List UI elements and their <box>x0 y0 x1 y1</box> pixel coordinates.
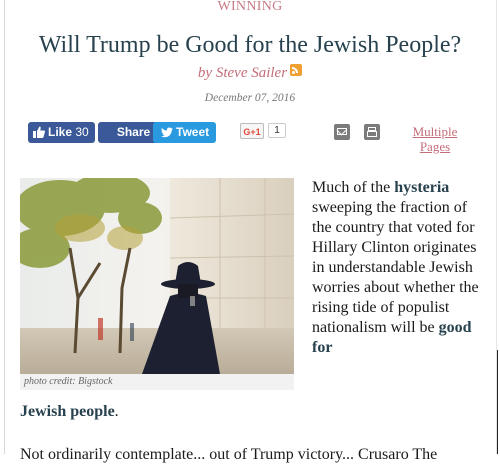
paragraph-text: Much of the <box>312 179 395 196</box>
publish-date: December 07, 2016 <box>204 92 296 104</box>
article-page: WINNING Will Trump be Good for the Jewis… <box>0 0 500 463</box>
twitter-bird-icon <box>161 127 173 138</box>
paragraph-2-partial: Not ordinarily contemplate... out of Tru… <box>20 446 438 463</box>
multiple-pages-link[interactable]: Multiple Pages <box>405 124 465 154</box>
rss-icon[interactable] <box>290 64 303 76</box>
thumbs-up-icon <box>33 126 45 138</box>
article-body: Much of the hysteria sweeping the fracti… <box>312 178 490 358</box>
hysteria-link[interactable]: hysteria <box>394 179 449 196</box>
paragraph-1: Much of the hysteria sweeping the fracti… <box>312 178 490 358</box>
email-icon[interactable] <box>334 124 350 140</box>
photo-credit: photo credit: Bigstock <box>20 374 294 390</box>
like-count: 30 <box>75 125 89 139</box>
tweet-label: Tweet <box>176 125 210 139</box>
tweet-button[interactable]: Tweet <box>153 122 216 143</box>
paragraph-1-continued: Jewish people. <box>20 402 119 422</box>
like-label: Like <box>48 125 73 139</box>
category-label[interactable]: WINNING <box>0 0 500 14</box>
paragraph-text: . <box>114 403 119 420</box>
author-link[interactable]: by Steve Sailer <box>198 65 287 81</box>
paragraph-text: sweeping the fraction of the country tha… <box>312 199 479 336</box>
photo-illustration <box>20 178 294 374</box>
jewish-people-link[interactable]: Jewish people <box>20 403 115 420</box>
byline: by Steve Sailer <box>0 64 500 82</box>
google-plus-button[interactable]: G+1 <box>240 123 264 139</box>
google-plus-count: 1 <box>268 123 286 138</box>
article-photo <box>20 178 294 374</box>
facebook-like-button[interactable]: Like 30 <box>28 122 95 143</box>
print-icon[interactable] <box>364 124 380 140</box>
article-title: Will Trump be Good for the Jewish People… <box>38 32 462 58</box>
